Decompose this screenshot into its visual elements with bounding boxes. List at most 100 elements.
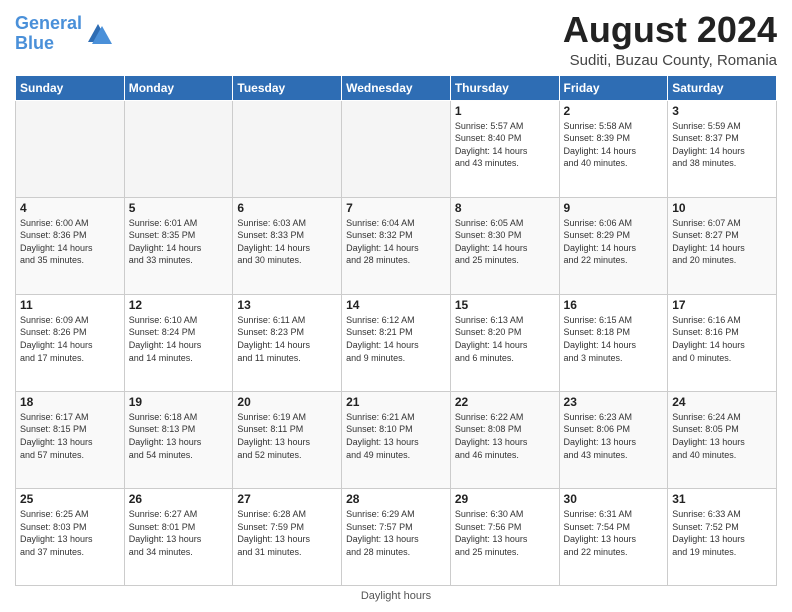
logo-line1: General (15, 13, 82, 33)
calendar-cell: 27 Sunrise: 6:28 AM Sunset: 7:59 PM Dayli… (233, 488, 342, 585)
day-number: 27 (237, 492, 337, 506)
day-number: 23 (564, 395, 664, 409)
calendar-cell: 3 Sunrise: 5:59 AM Sunset: 8:37 PM Daylig… (668, 100, 777, 197)
calendar-cell: 19 Sunrise: 6:18 AM Sunset: 8:13 PM Dayli… (124, 391, 233, 488)
day-info: Sunrise: 6:13 AM Sunset: 8:20 PM Dayligh… (455, 314, 555, 364)
day-info: Sunrise: 6:29 AM Sunset: 7:57 PM Dayligh… (346, 508, 446, 558)
calendar-cell: 23Sunrise: 6:23 AM Sunset: 8:06 PM Dayli… (559, 391, 668, 488)
day-info: Sunrise: 6:31 AM Sunset: 7:54 PM Dayligh… (564, 508, 664, 558)
calendar-dow-saturday: Saturday (668, 75, 777, 100)
calendar-cell: 18Sunrise: 6:17 AM Sunset: 8:15 PM Dayli… (16, 391, 125, 488)
day-info: Sunrise: 6:24 AM Sunset: 8:05 PM Dayligh… (672, 411, 772, 461)
day-number: 30 (564, 492, 664, 506)
day-info: Sunrise: 5:57 AM Sunset: 8:40 PM Dayligh… (455, 120, 555, 170)
calendar-cell: 15Sunrise: 6:13 AM Sunset: 8:20 PM Dayli… (450, 294, 559, 391)
calendar-cell: 5 Sunrise: 6:01 AM Sunset: 8:35 PM Daylig… (124, 197, 233, 294)
calendar-cell: 26 Sunrise: 6:27 AM Sunset: 8:01 PM Dayli… (124, 488, 233, 585)
day-number: 13 (237, 298, 337, 312)
calendar-cell: 28Sunrise: 6:29 AM Sunset: 7:57 PM Dayli… (342, 488, 451, 585)
day-info: Sunrise: 6:22 AM Sunset: 8:08 PM Dayligh… (455, 411, 555, 461)
day-number: 12 (129, 298, 229, 312)
day-number: 11 (20, 298, 120, 312)
calendar-cell: 10 Sunrise: 6:07 AM Sunset: 8:27 PM Dayli… (668, 197, 777, 294)
day-info: Sunrise: 6:05 AM Sunset: 8:30 PM Dayligh… (455, 217, 555, 267)
day-number: 16 (564, 298, 664, 312)
calendar-week-2: 4Sunrise: 6:00 AM Sunset: 8:36 PM Daylig… (16, 197, 777, 294)
day-info: Sunrise: 6:07 AM Sunset: 8:27 PM Dayligh… (672, 217, 772, 267)
calendar-table: SundayMondayTuesdayWednesdayThursdayFrid… (15, 75, 777, 586)
calendar-week-3: 11 Sunrise: 6:09 AM Sunset: 8:26 PM Dayli… (16, 294, 777, 391)
calendar-cell (16, 100, 125, 197)
day-number: 9 (564, 201, 664, 215)
day-info: Sunrise: 6:10 AM Sunset: 8:24 PM Dayligh… (129, 314, 229, 364)
calendar-cell: 1 Sunrise: 5:57 AM Sunset: 8:40 PM Daylig… (450, 100, 559, 197)
day-info: Sunrise: 6:04 AM Sunset: 8:32 PM Dayligh… (346, 217, 446, 267)
day-number: 4 (20, 201, 120, 215)
day-number: 18 (20, 395, 120, 409)
day-number: 6 (237, 201, 337, 215)
day-info: Sunrise: 6:25 AM Sunset: 8:03 PM Dayligh… (20, 508, 120, 558)
calendar-cell: 11 Sunrise: 6:09 AM Sunset: 8:26 PM Dayli… (16, 294, 125, 391)
day-number: 17 (672, 298, 772, 312)
day-number: 3 (672, 104, 772, 118)
subtitle: Suditi, Buzau County, Romania (563, 52, 777, 69)
day-info: Sunrise: 6:30 AM Sunset: 7:56 PM Dayligh… (455, 508, 555, 558)
calendar-dow-wednesday: Wednesday (342, 75, 451, 100)
day-number: 8 (455, 201, 555, 215)
calendar-week-1: 1 Sunrise: 5:57 AM Sunset: 8:40 PM Daylig… (16, 100, 777, 197)
day-number: 2 (564, 104, 664, 118)
title-block: August 2024 Suditi, Buzau County, Romani… (563, 10, 777, 69)
calendar-cell: 16 Sunrise: 6:15 AM Sunset: 8:18 PM Dayli… (559, 294, 668, 391)
footer: Daylight hours (15, 586, 777, 602)
logo-line2: Blue (15, 33, 54, 53)
day-number: 19 (129, 395, 229, 409)
day-info: Sunrise: 6:09 AM Sunset: 8:26 PM Dayligh… (20, 314, 120, 364)
calendar-cell: 21 Sunrise: 6:21 AM Sunset: 8:10 PM Dayli… (342, 391, 451, 488)
day-number: 29 (455, 492, 555, 506)
day-number: 21 (346, 395, 446, 409)
day-info: Sunrise: 6:19 AM Sunset: 8:11 PM Dayligh… (237, 411, 337, 461)
calendar-cell: 9 Sunrise: 6:06 AM Sunset: 8:29 PM Daylig… (559, 197, 668, 294)
calendar-dow-monday: Monday (124, 75, 233, 100)
calendar-cell: 29 Sunrise: 6:30 AM Sunset: 7:56 PM Dayli… (450, 488, 559, 585)
calendar-dow-sunday: Sunday (16, 75, 125, 100)
day-number: 10 (672, 201, 772, 215)
calendar-cell: 6 Sunrise: 6:03 AM Sunset: 8:33 PM Daylig… (233, 197, 342, 294)
calendar-cell: 2Sunrise: 5:58 AM Sunset: 8:39 PM Daylig… (559, 100, 668, 197)
day-number: 31 (672, 492, 772, 506)
day-info: Sunrise: 5:59 AM Sunset: 8:37 PM Dayligh… (672, 120, 772, 170)
calendar-cell: 14Sunrise: 6:12 AM Sunset: 8:21 PM Dayli… (342, 294, 451, 391)
calendar-cell: 31Sunrise: 6:33 AM Sunset: 7:52 PM Dayli… (668, 488, 777, 585)
day-number: 20 (237, 395, 337, 409)
day-number: 7 (346, 201, 446, 215)
day-number: 1 (455, 104, 555, 118)
day-info: Sunrise: 6:01 AM Sunset: 8:35 PM Dayligh… (129, 217, 229, 267)
calendar-dow-friday: Friday (559, 75, 668, 100)
day-number: 26 (129, 492, 229, 506)
calendar-cell: 8 Sunrise: 6:05 AM Sunset: 8:30 PM Daylig… (450, 197, 559, 294)
calendar-cell: 22 Sunrise: 6:22 AM Sunset: 8:08 PM Dayli… (450, 391, 559, 488)
month-title: August 2024 (563, 10, 777, 50)
day-info: Sunrise: 6:15 AM Sunset: 8:18 PM Dayligh… (564, 314, 664, 364)
day-info: Sunrise: 6:18 AM Sunset: 8:13 PM Dayligh… (129, 411, 229, 461)
day-info: Sunrise: 6:27 AM Sunset: 8:01 PM Dayligh… (129, 508, 229, 558)
calendar-cell: 12 Sunrise: 6:10 AM Sunset: 8:24 PM Dayli… (124, 294, 233, 391)
day-number: 5 (129, 201, 229, 215)
day-info: Sunrise: 6:16 AM Sunset: 8:16 PM Dayligh… (672, 314, 772, 364)
calendar-cell: 20 Sunrise: 6:19 AM Sunset: 8:11 PM Dayli… (233, 391, 342, 488)
day-info: Sunrise: 6:28 AM Sunset: 7:59 PM Dayligh… (237, 508, 337, 558)
calendar-cell (124, 100, 233, 197)
logo-text: General Blue (15, 14, 82, 54)
day-info: Sunrise: 6:03 AM Sunset: 8:33 PM Dayligh… (237, 217, 337, 267)
logo: General Blue (15, 14, 112, 54)
day-number: 22 (455, 395, 555, 409)
calendar-dow-tuesday: Tuesday (233, 75, 342, 100)
calendar-cell: 7 Sunrise: 6:04 AM Sunset: 8:32 PM Daylig… (342, 197, 451, 294)
day-info: Sunrise: 6:12 AM Sunset: 8:21 PM Dayligh… (346, 314, 446, 364)
calendar-cell: 4Sunrise: 6:00 AM Sunset: 8:36 PM Daylig… (16, 197, 125, 294)
calendar-week-5: 25Sunrise: 6:25 AM Sunset: 8:03 PM Dayli… (16, 488, 777, 585)
day-info: Sunrise: 6:11 AM Sunset: 8:23 PM Dayligh… (237, 314, 337, 364)
day-info: Sunrise: 6:06 AM Sunset: 8:29 PM Dayligh… (564, 217, 664, 267)
calendar-header-row: SundayMondayTuesdayWednesdayThursdayFrid… (16, 75, 777, 100)
day-info: Sunrise: 6:21 AM Sunset: 8:10 PM Dayligh… (346, 411, 446, 461)
